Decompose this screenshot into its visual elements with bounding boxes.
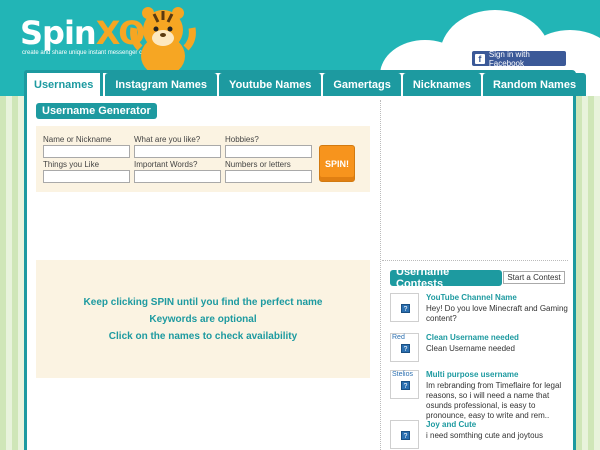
spin-button[interactable]: SPIN! — [319, 145, 355, 182]
column-divider — [380, 100, 381, 450]
question-mark-icon: ? — [401, 344, 410, 353]
tab-instagram-names[interactable]: Instagram Names — [105, 73, 218, 96]
avatar[interactable]: Stelios ? — [390, 370, 419, 399]
tiger-mascot-icon — [130, 7, 196, 74]
tab-usernames[interactable]: Usernames — [24, 70, 104, 96]
tab-random-names[interactable]: Random Names — [482, 73, 587, 96]
question-mark-icon: ? — [401, 431, 410, 440]
field-label-words: Important Words? — [134, 160, 198, 169]
avatar-name: Red — [392, 334, 405, 341]
tip-text: Click on the names to check availability — [108, 330, 298, 342]
avatar[interactable]: ? — [390, 420, 419, 449]
hobbies-input[interactable] — [225, 145, 312, 158]
avatar[interactable]: Red ? — [390, 333, 419, 362]
signin-label: Sign in with Facebook — [488, 49, 530, 68]
field-label-numbers: Numbers or letters — [225, 160, 291, 169]
numbers-letters-input[interactable] — [225, 170, 312, 183]
start-contest-button[interactable]: Start a Contest — [503, 271, 565, 284]
site-logo[interactable]: SpinXO — [20, 14, 145, 52]
facebook-signin-button[interactable]: f Sign in with Facebook — [472, 49, 566, 68]
ad-divider — [382, 260, 568, 261]
field-label-like: What are you like? — [134, 135, 201, 144]
field-label-name: Name or Nickname — [43, 135, 112, 144]
generator-title: Username Generator — [36, 103, 157, 119]
question-mark-icon: ? — [401, 304, 410, 313]
tip-text: Keywords are optional — [149, 313, 257, 325]
tab-nicknames[interactable]: Nicknames — [402, 73, 481, 96]
field-label-things: Things you Like — [43, 160, 100, 169]
contests-title: Username Contests — [390, 266, 502, 290]
name-nickname-input[interactable] — [43, 145, 130, 158]
contest-title[interactable]: Clean Username needed — [426, 333, 519, 342]
question-mark-icon: ? — [401, 381, 410, 390]
things-you-like-input[interactable] — [43, 170, 130, 183]
what-are-you-like-input[interactable] — [134, 145, 221, 158]
important-words-input[interactable] — [134, 170, 221, 183]
facebook-icon: f — [475, 53, 485, 64]
tab-youtube-names[interactable]: Youtube Names — [219, 73, 322, 96]
field-label-hobbies: Hobbies? — [225, 135, 259, 144]
contest-title[interactable]: YouTube Channel Name — [426, 293, 517, 302]
category-tabs: Usernames Instagram Names Youtube Names … — [24, 70, 588, 96]
tips-panel: Keep clicking SPIN until you find the pe… — [36, 260, 370, 378]
contest-description: Hey! Do you love Minecraft and Gaming co… — [426, 304, 568, 323]
contest-title[interactable]: Multi purpose username — [426, 370, 518, 379]
tab-gamertags[interactable]: Gamertags — [323, 73, 401, 96]
avatar[interactable]: ? — [390, 293, 419, 322]
avatar-name: Stelios — [392, 371, 414, 378]
tip-text: Keep clicking SPIN until you find the pe… — [83, 296, 323, 308]
contest-title[interactable]: Joy and Cute — [426, 420, 476, 429]
contest-description: i need somthing cute and joytous — [426, 431, 543, 440]
contest-description: Clean Username needed — [426, 344, 515, 353]
logo-main: Spin — [20, 14, 97, 52]
contest-description: Im rebranding from Timeflaire for legal … — [426, 381, 562, 420]
